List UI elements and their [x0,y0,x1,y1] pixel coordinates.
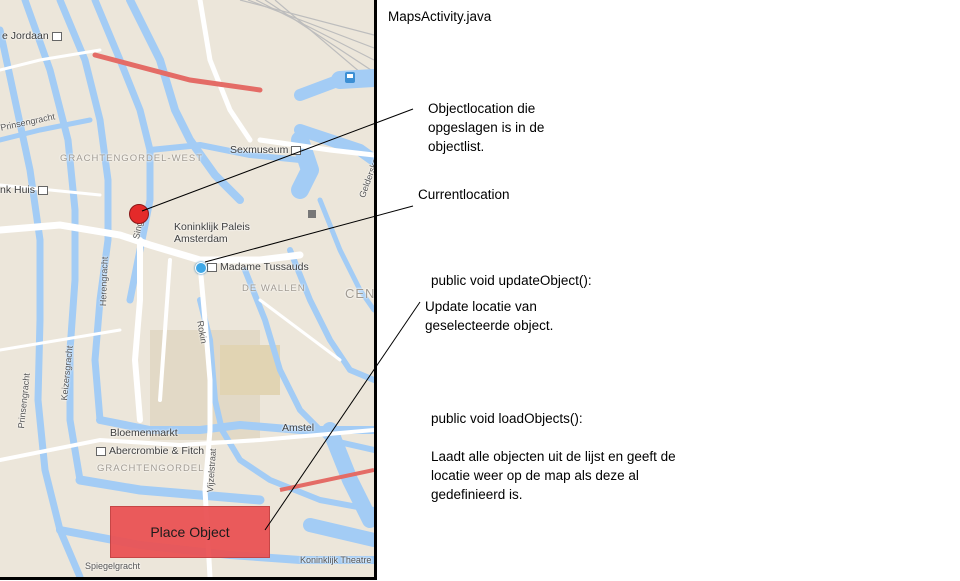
attraction-icon [207,262,217,272]
object-location-marker[interactable] [129,204,149,224]
annotation-update-method: public void updateObject(): [431,273,592,288]
street-label-herengracht: Herengracht [98,256,110,307]
annotation-load-method: public void loadObjects(): [431,411,583,426]
map-label-abercrombie: Abercrombie & Fitch [96,446,204,457]
map-label-jordaan: e Jordaan [2,31,62,42]
annotation-load-description: Laadt alle objecten uit de lijst en geef… [431,449,676,502]
map-label-amstel: Amstel [282,422,315,434]
district-label-de-wallen: DE WALLEN [242,283,306,294]
current-location-dot[interactable] [195,262,207,274]
district-label-grachtengordel: GRACHTENGORDEL [97,463,205,474]
map-label-sexmuseum: Sexmuseum [230,145,302,156]
map-label-anne-frank: nk Huis [0,185,49,196]
map-label-koninklijk-theatre: Koninklijk Theatre [300,555,372,565]
shop-icon [96,446,106,456]
map-label-paleis: Koninklijk Paleis Amsterdam [174,221,250,245]
museum-icon [38,185,49,195]
annotation-object-location: Objectlocation die opgeslagen is in de o… [428,101,545,154]
annotation-update-description: Update locatie van geselecteerde object. [425,299,554,333]
file-title: MapsActivity.java [388,9,492,24]
poi-icon [51,31,62,41]
museum-icon [291,145,302,155]
annotation-current-location: Currentlocation [418,187,510,202]
district-label-grachtengordel-west: GRACHTENGORDEL-WEST [60,153,204,164]
street-label-spiegelgracht: Spiegelgracht [85,561,141,571]
district-label-centrum: CEN [345,286,376,301]
map-canvas[interactable] [0,0,374,577]
map-label-bloemenmarkt: Bloemenmarkt [110,427,178,439]
map-view[interactable]: e Jordaan Prinsengracht GRACHTENGORDEL-W… [0,0,377,580]
map-label-madame-tussauds: Madame Tussauds [207,262,309,273]
place-object-button[interactable]: Place Object [110,506,270,558]
